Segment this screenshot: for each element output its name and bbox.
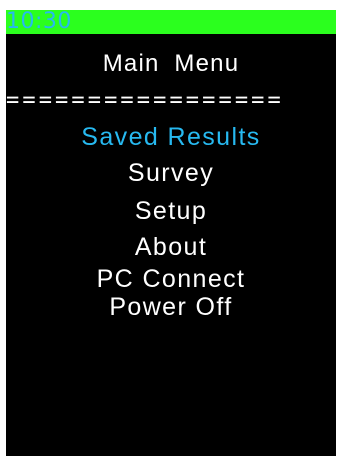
menu-item-survey[interactable]: Survey: [6, 160, 336, 198]
page-title: Main Menu: [102, 50, 240, 77]
title-divider: =================: [6, 92, 284, 110]
menu-item-about[interactable]: About: [6, 234, 336, 266]
status-bar: 10:30: [6, 10, 336, 34]
menu-item-pc-connect[interactable]: PC Connect: [6, 266, 336, 294]
menu-item-power-off[interactable]: Power Off: [6, 294, 336, 322]
menu-item-saved-results[interactable]: Saved Results: [6, 124, 336, 160]
main-menu-list: Saved Results Survey Setup About PC Conn…: [6, 124, 336, 322]
clock-time: 10:30: [6, 10, 72, 34]
menu-item-setup[interactable]: Setup: [6, 198, 336, 234]
device-screen: 10:30 Main Menu ================= Saved …: [6, 10, 336, 456]
